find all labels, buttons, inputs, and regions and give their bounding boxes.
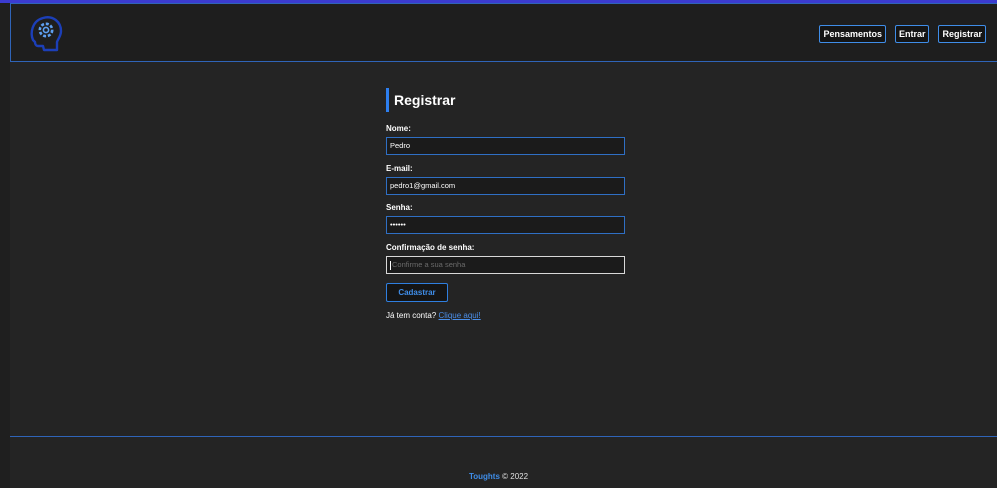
confirm-password-label: Confirmação de senha: [386,243,475,252]
footer-brand: Toughts [468,472,500,481]
text-caret [390,260,391,270]
left-edge-strip [0,0,10,488]
confirm-password-placeholder: Confirme a sua senha [392,260,466,269]
head-gear-icon[interactable] [27,13,65,53]
nav-pensamentos[interactable]: Pensamentos [819,25,886,43]
email-field[interactable]: pedro1@gmail.com [386,177,625,195]
nav-links: Pensamentos Entrar Registrar [819,25,986,43]
nav-entrar[interactable]: Entrar [894,25,930,43]
name-field[interactable]: Pedro [386,137,625,155]
footer: Toughts © 2022 [0,472,997,481]
email-field-value: pedro1@gmail.com [390,181,456,190]
login-prompt: Já tem conta? [386,311,437,320]
confirm-password-field[interactable]: Confirme a sua senha [386,256,625,274]
register-form: Registrar Nome: Pedro E-mail: pedro1@gma… [386,88,626,320]
password-field[interactable]: •••••• [386,216,625,234]
name-label: Nome: [386,124,411,133]
page-title: Registrar [386,88,626,112]
email-label: E-mail: [386,164,413,173]
footer-divider [10,436,997,437]
nav-registrar[interactable]: Registrar [938,25,986,43]
name-field-value: Pedro [390,141,411,150]
navbar: Pensamentos Entrar Registrar [10,3,997,62]
password-label: Senha: [386,203,413,212]
password-field-value: •••••• [390,220,406,229]
login-prompt-line: Já tem conta? Clique aqui! [386,311,481,320]
login-link[interactable]: Clique aqui! [438,311,480,320]
cadastrar-button[interactable]: Cadastrar [386,283,448,302]
footer-copyright: © 2022 [502,472,529,481]
